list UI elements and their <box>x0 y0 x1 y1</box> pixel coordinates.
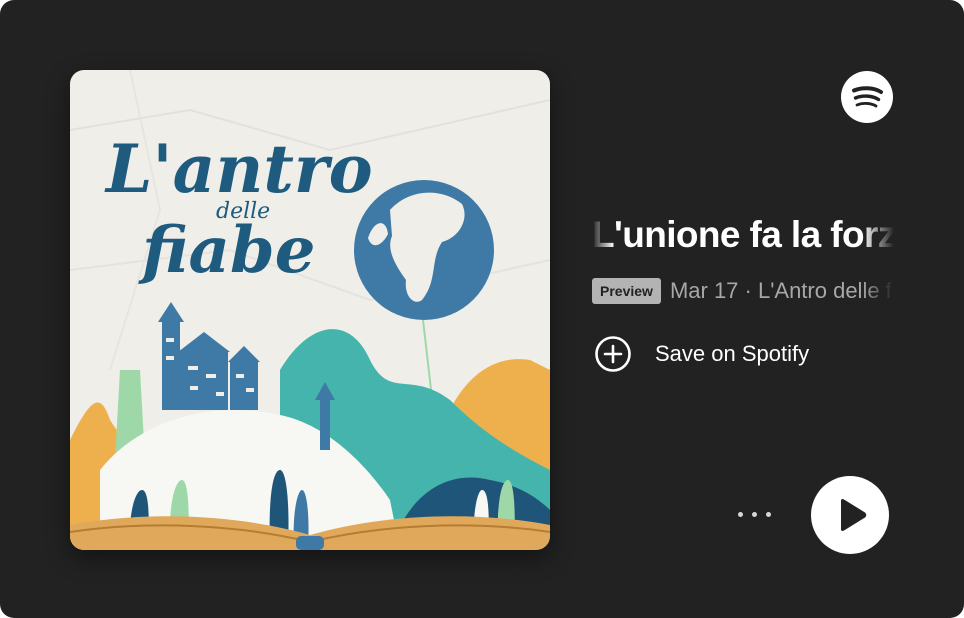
play-icon <box>841 499 867 531</box>
episode-title: L'unione fa la forza <box>592 214 894 255</box>
add-circle-icon <box>595 336 631 372</box>
save-on-spotify-button[interactable]: Save on Spotify <box>594 335 809 373</box>
cover-illustration: L'antro delle fiabe <box>70 70 550 550</box>
episode-title-container[interactable]: L'unione fa la forza <box>592 209 894 261</box>
spotify-logo-icon[interactable] <box>841 71 893 123</box>
cover-title-line1: L'antro <box>104 130 373 208</box>
episode-meta-text: Mar 17 · L'Antro delle fiabe <box>669 278 894 303</box>
cover-title-line3: fiabe <box>138 213 315 288</box>
save-on-spotify-label: Save on Spotify <box>655 341 810 366</box>
spotify-embed-card: L'antro delle fiabe L'unione fa la forza… <box>0 0 964 618</box>
preview-badge: Preview <box>592 278 661 304</box>
episode-meta-row: Preview Mar 17 · L'Antro delle fiabe <box>592 274 894 308</box>
podcast-cover-art[interactable]: L'antro delle fiabe <box>70 70 550 550</box>
more-dots-icon[interactable] <box>732 500 778 528</box>
play-button[interactable] <box>811 476 889 554</box>
